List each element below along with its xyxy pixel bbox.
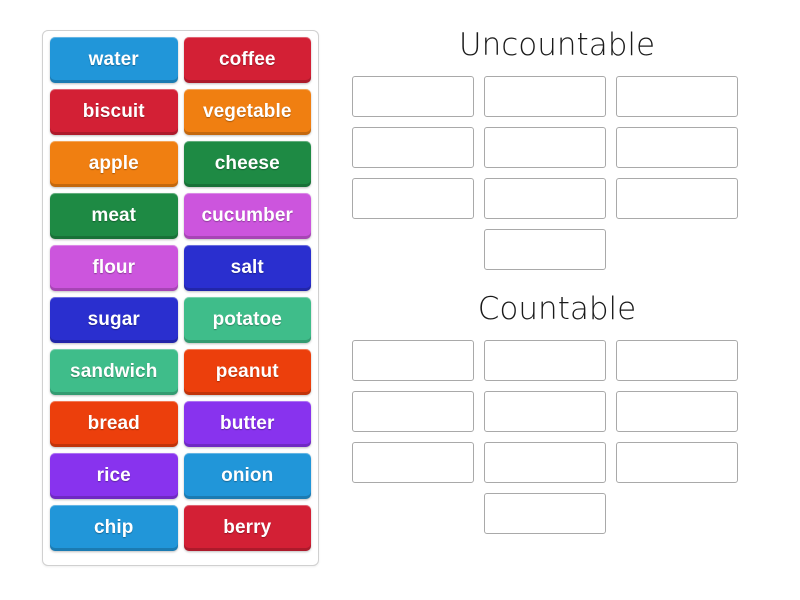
drop-slot-uncountable[interactable] xyxy=(352,127,474,169)
word-tile[interactable]: onion xyxy=(183,453,311,499)
drop-slot-uncountable[interactable] xyxy=(616,127,738,169)
word-tile-panel: water coffee biscuit vegetable apple cheese me… xyxy=(42,30,319,566)
word-tile[interactable]: salt xyxy=(183,245,311,291)
group-heading-countable: Countable xyxy=(477,291,637,328)
drop-slot-countable[interactable] xyxy=(484,340,606,382)
drop-slot-countable[interactable] xyxy=(616,391,738,433)
slot-grid-uncountable xyxy=(352,76,762,271)
word-tile[interactable]: flour xyxy=(50,245,178,291)
word-tile[interactable]: vegetable xyxy=(183,89,311,135)
word-tile[interactable]: rice xyxy=(50,453,178,499)
drop-slot-uncountable[interactable] xyxy=(352,178,474,220)
drop-slot-countable[interactable] xyxy=(484,493,606,535)
drop-slot-uncountable[interactable] xyxy=(484,76,606,118)
drop-slot-countable[interactable] xyxy=(352,442,474,484)
word-tile[interactable]: apple xyxy=(50,141,178,187)
word-tile[interactable]: potatoe xyxy=(183,297,311,343)
word-tile[interactable]: meat xyxy=(50,193,178,239)
drop-slot-countable[interactable] xyxy=(616,442,738,484)
drop-slot-countable[interactable] xyxy=(352,340,474,382)
group-uncountable: Uncountable xyxy=(352,27,762,271)
drop-slot-uncountable[interactable] xyxy=(352,76,474,118)
word-tile[interactable]: cheese xyxy=(183,141,311,187)
word-tile[interactable]: bread xyxy=(50,401,178,447)
word-tile[interactable]: sandwich xyxy=(50,349,178,395)
drop-slot-uncountable[interactable] xyxy=(616,76,738,118)
drop-slot-countable[interactable] xyxy=(352,391,474,433)
word-tile-grid: water coffee biscuit vegetable apple cheese me… xyxy=(50,37,311,559)
drop-slot-uncountable[interactable] xyxy=(484,127,606,169)
word-tile[interactable]: biscuit xyxy=(50,89,178,135)
word-tile[interactable]: berry xyxy=(183,505,311,551)
drop-slot-countable[interactable] xyxy=(484,391,606,433)
word-tile[interactable]: butter xyxy=(183,401,311,447)
word-tile[interactable]: cucumber xyxy=(183,193,311,239)
word-tile[interactable]: chip xyxy=(50,505,178,551)
drop-slot-countable[interactable] xyxy=(616,340,738,382)
group-sort-activity: water coffee biscuit vegetable apple cheese me… xyxy=(0,0,800,600)
word-tile[interactable]: coffee xyxy=(183,37,311,83)
group-heading-uncountable: Uncountable xyxy=(458,27,656,63)
group-countable: Countable xyxy=(352,291,762,535)
slot-grid-countable xyxy=(352,340,762,535)
drop-slot-countable[interactable] xyxy=(484,442,606,484)
drop-zones-area: Uncountable Countable xyxy=(352,28,762,568)
word-tile[interactable]: sugar xyxy=(50,297,178,343)
word-tile[interactable]: peanut xyxy=(183,349,311,395)
drop-slot-uncountable[interactable] xyxy=(484,178,606,220)
drop-slot-uncountable[interactable] xyxy=(484,229,606,271)
word-tile[interactable]: water xyxy=(50,37,178,83)
drop-slot-uncountable[interactable] xyxy=(616,178,738,220)
